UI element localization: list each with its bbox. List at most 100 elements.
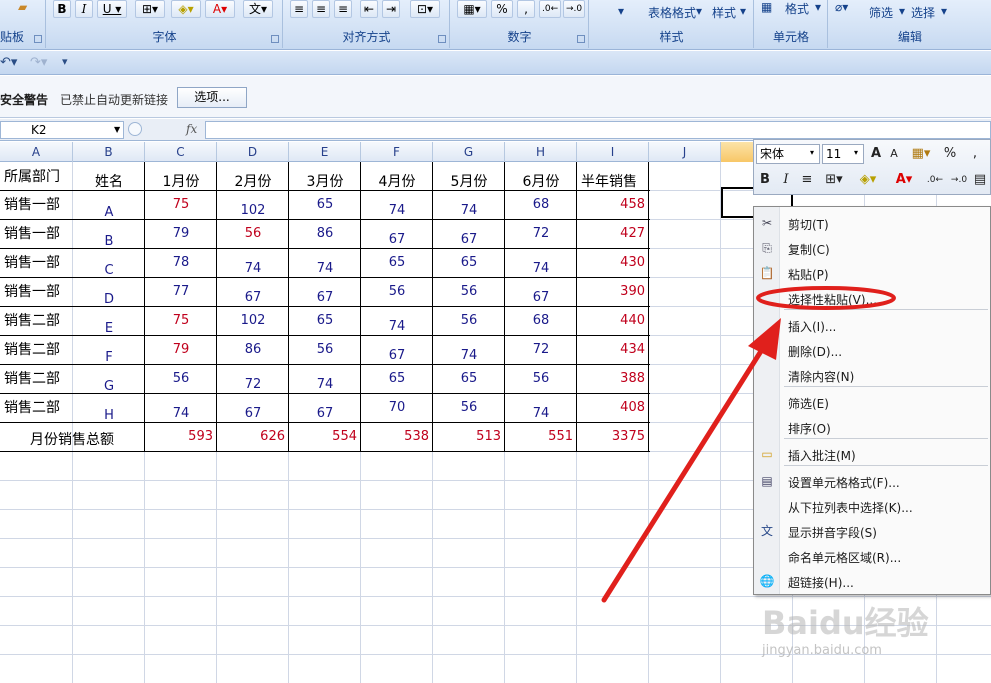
table-cell[interactable]: 65 (437, 255, 501, 284)
menu-item[interactable]: 清除内容(N) (754, 363, 990, 387)
table-cell[interactable]: 102 (221, 313, 285, 342)
column-header-h[interactable]: H (505, 142, 577, 162)
chevron-down-icon[interactable]: ▾ (854, 148, 858, 157)
table-cell[interactable]: 65 (293, 197, 357, 226)
menu-item[interactable]: 选择性粘贴(V)... (754, 286, 990, 310)
table-cell[interactable]: C (77, 263, 141, 292)
increase-decimal-icon[interactable]: .0← (539, 0, 561, 18)
mini-italic-button[interactable]: I (778, 170, 794, 190)
table-cell[interactable]: 458 (581, 197, 645, 226)
clipboard-launcher-icon[interactable] (34, 35, 42, 43)
table-cell[interactable]: 74 (293, 377, 357, 406)
underline-button[interactable]: U ▾ (97, 0, 127, 18)
menu-item[interactable]: ▭ 插入批注(M) (754, 442, 990, 466)
table-cell[interactable]: 427 (581, 226, 645, 255)
table-cell[interactable]: 72 (221, 377, 285, 406)
table-cell[interactable]: 销售二部 (4, 397, 69, 426)
table-cell[interactable]: 440 (581, 313, 645, 342)
table-cell[interactable]: 75 (149, 313, 213, 342)
clear-icon[interactable]: ⌀▾ (835, 0, 848, 14)
increase-decimal-icon[interactable]: .0← (926, 170, 944, 190)
menu-item[interactable]: 插入(I)... (754, 313, 990, 337)
table-cell[interactable]: E (77, 321, 141, 350)
table-cell[interactable]: 79 (149, 226, 213, 255)
security-options-button[interactable]: 选项... (177, 87, 247, 108)
table-cell[interactable]: 388 (581, 371, 645, 400)
formula-bar-handle[interactable] (128, 122, 142, 136)
table-cell[interactable]: G (77, 379, 141, 408)
fill-color-icon[interactable]: ◈▾ (854, 170, 882, 190)
column-header-b[interactable]: B (73, 142, 145, 162)
undo-icon[interactable]: ↶▾ (0, 55, 17, 70)
table-cell[interactable]: 销售二部 (4, 310, 69, 339)
table-cell[interactable]: 65 (365, 255, 429, 284)
table-cell[interactable]: 半年销售 (581, 171, 645, 200)
borders-button[interactable]: ⊞▾ (135, 0, 165, 18)
menu-item[interactable]: 筛选(E) (754, 390, 990, 414)
mini-bold-button[interactable]: B (756, 170, 774, 190)
table-cell[interactable]: 销售二部 (4, 368, 69, 397)
merge-center-button[interactable]: ⊡▾ (410, 0, 440, 18)
chevron-down-icon[interactable]: ▼ (114, 125, 120, 134)
table-cell[interactable]: 68 (509, 197, 573, 226)
table-cell[interactable]: 56 (149, 371, 213, 400)
align-center-icon[interactable]: ≡ (312, 0, 330, 18)
table-cell[interactable]: 65 (293, 313, 357, 342)
menu-item[interactable]: 文 显示拼音字段(S) (754, 519, 990, 543)
column-header-e[interactable]: E (289, 142, 361, 162)
insert-function-icon[interactable]: fx (186, 122, 197, 136)
table-cell[interactable]: 626 (221, 429, 285, 458)
column-header-d[interactable]: D (217, 142, 289, 162)
comma-button[interactable]: , (517, 0, 535, 18)
table-cell[interactable]: 65 (437, 371, 501, 400)
table-cell[interactable]: 56 (221, 226, 285, 255)
decrease-decimal-icon[interactable]: →.0 (563, 0, 585, 18)
currency-button[interactable]: ▦▾ (457, 0, 487, 18)
table-cell[interactable]: 74 (293, 261, 357, 290)
align-right-icon[interactable]: ≡ (334, 0, 352, 18)
table-cell[interactable]: 4月份 (365, 171, 429, 200)
font-color-icon[interactable]: A▾ (890, 170, 918, 190)
customize-toolbar-icon[interactable]: ▾ (62, 55, 68, 68)
table-cell[interactable]: 390 (581, 284, 645, 313)
menu-item[interactable]: 从下拉列表中选择(K)... (754, 494, 990, 518)
align-left-icon[interactable]: ≡ (290, 0, 308, 18)
table-cell[interactable]: 408 (581, 400, 645, 429)
table-cell[interactable]: 551 (509, 429, 573, 458)
menu-item[interactable]: 删除(D)... (754, 338, 990, 362)
font-color-button[interactable]: A▾ (205, 0, 235, 18)
center-align-icon[interactable]: ≡ (798, 170, 816, 190)
formula-input[interactable] (205, 121, 991, 139)
number-launcher-icon[interactable] (577, 35, 585, 43)
column-header-j[interactable]: J (649, 142, 721, 162)
column-header-f[interactable]: F (361, 142, 433, 162)
table-cell[interactable]: 3375 (581, 429, 645, 458)
column-header-i[interactable]: I (577, 142, 649, 162)
table-cell[interactable]: 74 (365, 319, 429, 348)
table-cell[interactable]: 56 (365, 284, 429, 313)
table-cell[interactable]: 593 (149, 429, 213, 458)
table-cell[interactable]: 74 (221, 261, 285, 290)
table-cell[interactable]: 销售一部 (4, 194, 69, 223)
table-cell[interactable]: F (77, 350, 141, 379)
bold-button[interactable]: B (53, 0, 71, 18)
increase-indent-icon[interactable]: ⇥ (382, 0, 400, 18)
table-cell[interactable]: 78 (149, 255, 213, 284)
table-cell[interactable]: 3月份 (293, 171, 357, 200)
decrease-indent-icon[interactable]: ⇤ (360, 0, 378, 18)
table-cell[interactable]: 72 (509, 342, 573, 371)
menu-item[interactable]: ▤ 设置单元格格式(F)... (754, 469, 990, 493)
cell-styles-button[interactable]: 样式 (712, 4, 736, 21)
column-header-c[interactable]: C (145, 142, 217, 162)
table-cell[interactable]: 1月份 (149, 171, 213, 200)
table-cell[interactable]: 86 (221, 342, 285, 371)
table-cell[interactable]: 74 (365, 203, 429, 232)
format-button[interactable]: 格式 (785, 0, 809, 17)
table-cell[interactable]: 姓名 (77, 171, 141, 200)
format-painter-icon[interactable]: ▤ (972, 170, 988, 190)
table-cell[interactable]: D (77, 292, 141, 321)
table-cell[interactable]: 554 (293, 429, 357, 458)
phonetic-button[interactable]: 文▾ (243, 0, 273, 18)
table-cell[interactable]: 销售一部 (4, 252, 69, 281)
table-cell[interactable]: 65 (365, 371, 429, 400)
